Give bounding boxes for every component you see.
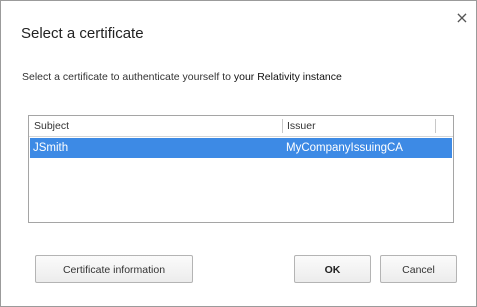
table-header: Subject Issuer [29, 116, 453, 137]
column-divider[interactable] [282, 119, 283, 133]
column-divider[interactable] [435, 119, 436, 133]
select-certificate-dialog: × Select a certificate Select a certific… [0, 0, 477, 307]
dialog-title: Select a certificate [21, 25, 144, 42]
certificate-information-button[interactable]: Certificate information [35, 255, 193, 283]
certificate-table[interactable]: Subject Issuer JSmith MyCompanyIssuingCA [28, 115, 454, 223]
dialog-prompt: Select a certificate to authenticate you… [22, 71, 342, 83]
prompt-target: your Relativity instance [233, 71, 342, 83]
cancel-button[interactable]: Cancel [380, 255, 457, 283]
cell-issuer: MyCompanyIssuingCA [286, 142, 403, 154]
cell-subject: JSmith [33, 142, 69, 154]
column-header-subject[interactable]: Subject [34, 116, 280, 136]
table-row[interactable]: JSmith MyCompanyIssuingCA [30, 138, 452, 158]
ok-button[interactable]: OK [294, 255, 371, 283]
close-icon[interactable]: × [454, 10, 470, 26]
column-header-issuer[interactable]: Issuer [287, 116, 437, 136]
prompt-text: Select a certificate to authenticate you… [22, 71, 234, 83]
